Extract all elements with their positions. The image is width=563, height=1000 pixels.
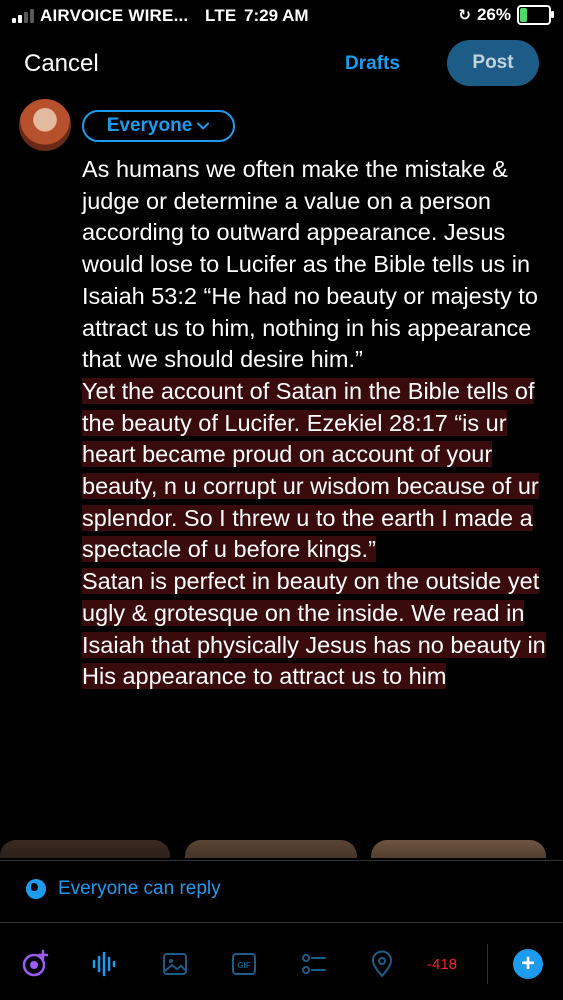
- voice-icon[interactable]: [89, 948, 121, 980]
- audience-selector[interactable]: Everyone: [82, 110, 235, 142]
- plus-icon: +: [520, 950, 535, 977]
- network-type: LTE: [205, 6, 237, 25]
- grok-icon[interactable]: [19, 948, 51, 980]
- reply-setting[interactable]: Everyone can reply: [26, 878, 221, 900]
- cancel-button[interactable]: Cancel: [24, 50, 99, 78]
- orientation-lock-icon: ↻: [458, 7, 471, 24]
- toolbar-separator: [487, 944, 488, 984]
- tweet-paragraph-overflow: Yet the account of Satan in the Bible te…: [82, 377, 539, 563]
- clock: 7:29 AM: [244, 6, 309, 25]
- location-icon[interactable]: [366, 948, 398, 980]
- avatar[interactable]: [19, 99, 71, 151]
- tweet-paragraph-overflow: Satan is perfect in beauty on the outsid…: [82, 568, 546, 690]
- gif-icon[interactable]: GIF: [228, 948, 260, 980]
- battery-icon: ⚡: [517, 5, 554, 25]
- composer-toolbar: GIF -418 +: [0, 930, 563, 996]
- tweet-text-area[interactable]: As humans we often make the mistake & ju…: [82, 154, 552, 693]
- image-icon[interactable]: [159, 948, 191, 980]
- tweet-paragraph: As humans we often make the mistake & ju…: [82, 156, 538, 373]
- photo-thumbnail[interactable]: [185, 840, 357, 858]
- chevron-down-icon: [197, 122, 210, 130]
- media-thumbnails: [0, 840, 563, 858]
- carrier-name: AIRVOICE WIRE...: [40, 6, 189, 25]
- divider: [0, 860, 563, 861]
- character-count: -418: [427, 956, 458, 973]
- status-bar: AIRVOICE WIRE... LTE 7:29 AM ↻ 26% ⚡: [0, 0, 563, 34]
- divider: [0, 922, 563, 923]
- composer-header: Cancel Drafts Post: [0, 34, 563, 94]
- drafts-button[interactable]: Drafts: [345, 53, 400, 75]
- reply-setting-label: Everyone can reply: [58, 878, 221, 899]
- svg-text:GIF: GIF: [237, 961, 250, 970]
- audience-label: Everyone: [106, 115, 193, 136]
- add-post-button[interactable]: +: [513, 949, 543, 979]
- post-button[interactable]: Post: [447, 40, 539, 86]
- photo-thumbnail[interactable]: [371, 840, 546, 858]
- photo-thumbnail[interactable]: [0, 840, 170, 858]
- poll-icon[interactable]: [298, 948, 330, 980]
- signal-icon: [12, 9, 34, 23]
- battery-percent: 26%: [476, 5, 511, 24]
- globe-icon: [26, 879, 46, 899]
